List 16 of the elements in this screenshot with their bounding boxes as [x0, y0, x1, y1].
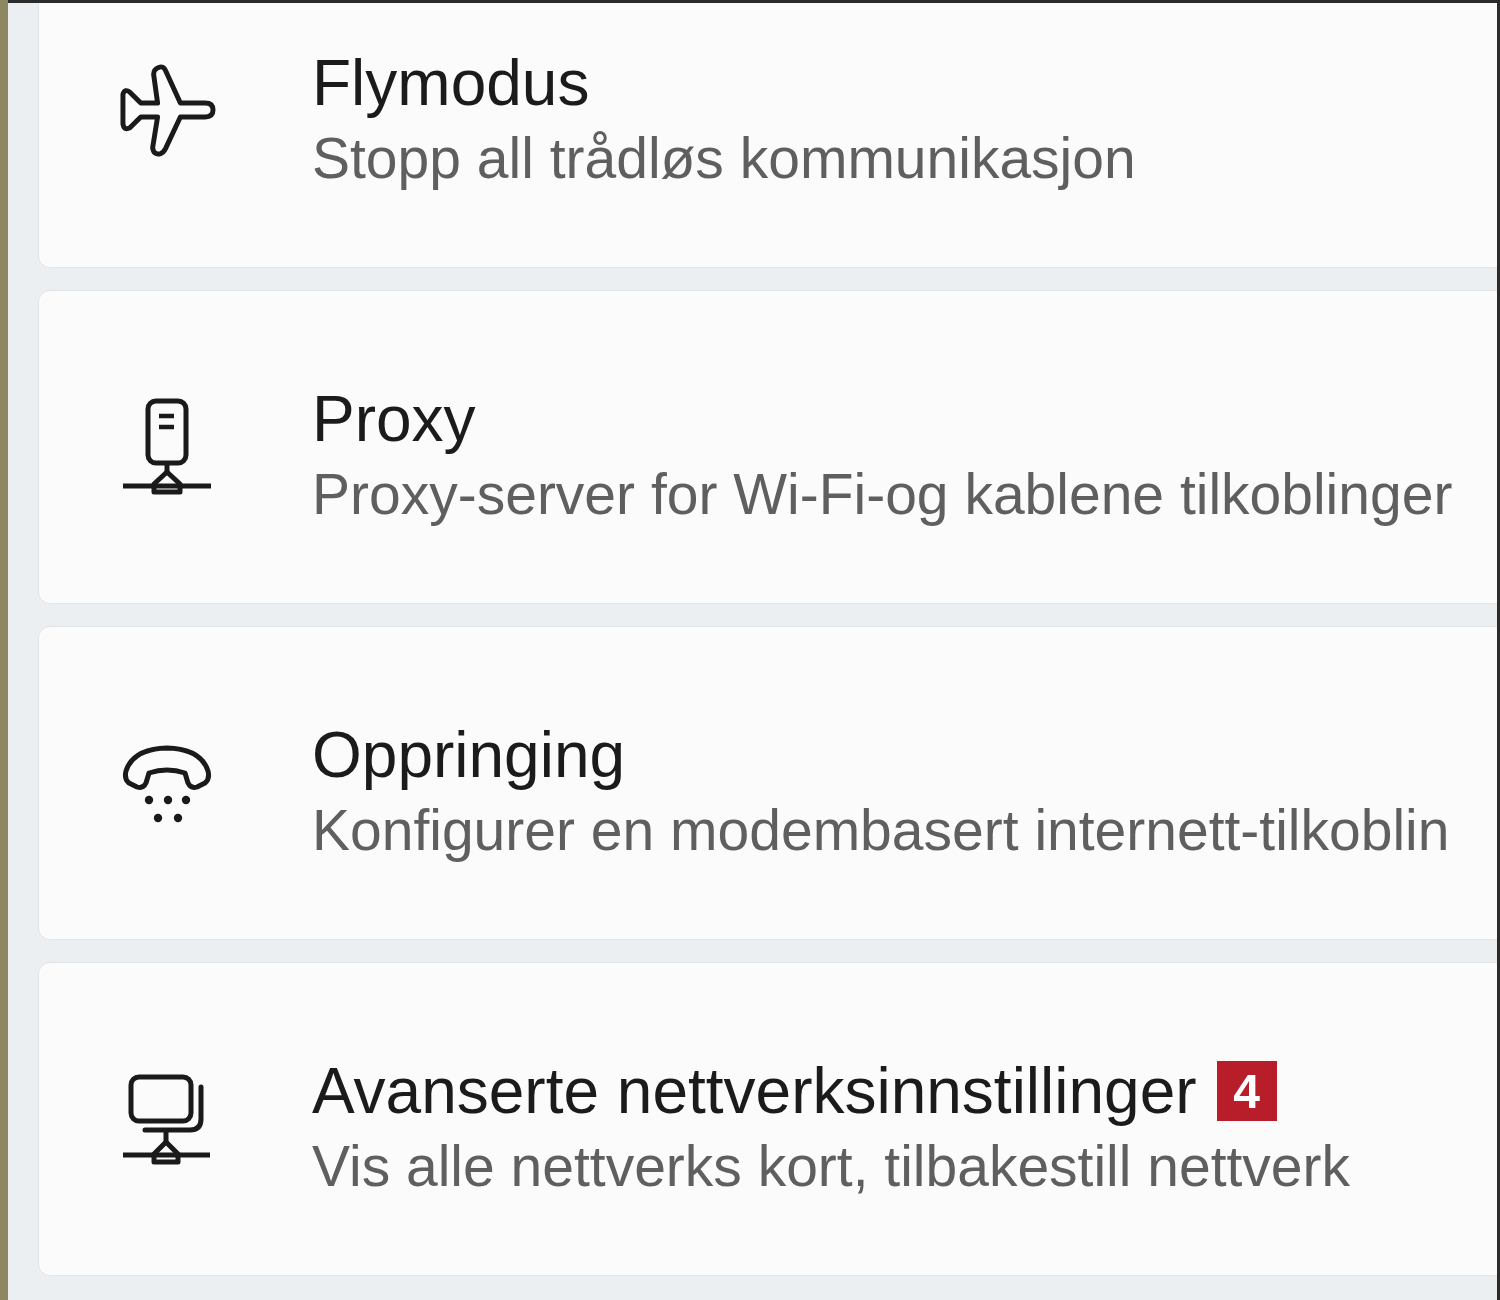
settings-card[interactable]: Proxy Proxy-server for Wi-Fi-og kablene tilkoblinger: [38, 290, 1497, 604]
card-title: Flymodus: [312, 46, 590, 121]
computer-network-icon: [121, 1073, 213, 1165]
card-description: Stopp all trådløs kommunikasjon: [312, 125, 1136, 192]
card-title: Oppringing: [312, 718, 626, 793]
card-title: Proxy: [312, 382, 476, 457]
settings-card[interactable]: Oppringing Konfigurer en modembasert internett-tilkoblin: [38, 626, 1497, 940]
card-description: Vis alle nettverks kort, tilbakestill nettverk: [312, 1133, 1351, 1200]
card-description: Konfigurer en modembasert internett-tilkoblin: [312, 797, 1450, 864]
settings-card[interactable]: Avanserte nettverksinnstillinger 4 Vis alle nettverks kort, tilbakestill nettverk: [38, 962, 1497, 1276]
server-network-icon: [121, 398, 213, 496]
card-title: Avanserte nettverksinnstillinger: [312, 1054, 1197, 1129]
phone-icon: [121, 743, 213, 823]
settings-card[interactable]: Flymodus Stopp all trådløs kommunikasjon: [38, 3, 1497, 268]
number-badge: 4: [1216, 1061, 1277, 1121]
card-description: Proxy-server for Wi-Fi-og kablene tilkoblinger: [312, 461, 1453, 528]
